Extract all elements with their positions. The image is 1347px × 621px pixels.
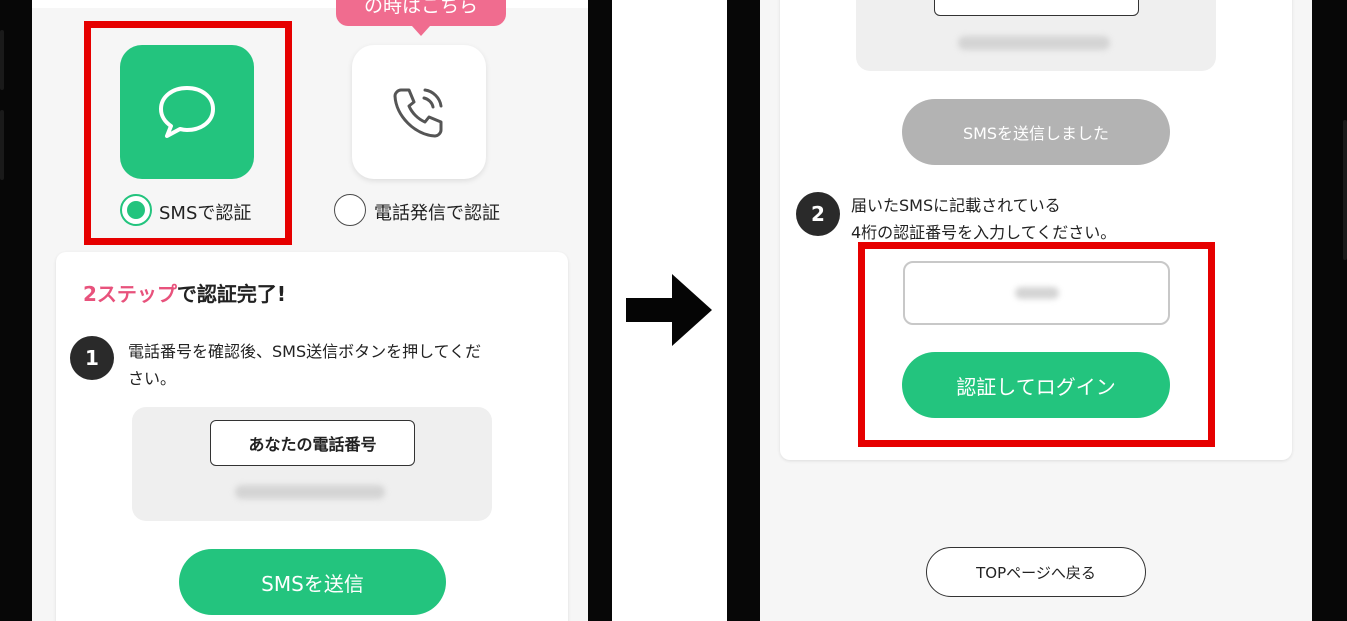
heading-accent: 2ステップ (83, 282, 177, 306)
phone-number-label (934, 0, 1139, 16)
phone-call-radio-button[interactable] (334, 194, 366, 226)
left-phone-side-button (0, 110, 4, 180)
sms-sent-button: SMSを送信しました (902, 99, 1170, 165)
heading-rest: で認証完了! (176, 282, 287, 306)
right-phone-side-button (1343, 120, 1347, 260)
step-2-number: 2 (811, 202, 825, 226)
right-arrow-icon (626, 274, 712, 346)
phone-call-icon (393, 88, 443, 138)
code-entry-highlight (858, 242, 1215, 447)
step-1-number: 1 (85, 346, 99, 370)
back-to-top-button[interactable]: TOPページへ戻る (926, 547, 1146, 597)
right-phone-screen: SMSを送信しました 2 届いたSMSに記載されている 4桁の認証番号を入力して… (760, 0, 1312, 621)
left-phone-screen: の時はこちら SMSで認証 電話発信で認証 2ステップで認証完了! 1 電話番号… (32, 0, 588, 621)
left-phone-side-button (0, 30, 4, 90)
step-2-text-line2: 4桁の認証番号を入力してください。 (851, 223, 1117, 242)
phone-number-value-blurred (958, 36, 1110, 50)
step-1-badge: 1 (70, 336, 114, 380)
tooltip-text: の時はこちら (363, 0, 478, 17)
stage: の時はこちら SMSで認証 電話発信で認証 2ステップで認証完了! 1 電話番号… (0, 0, 1347, 621)
phone-call-method-tile[interactable] (352, 45, 486, 179)
step-2-text-line1: 届いたSMSに記載されている (851, 196, 1061, 215)
step-1-text-line1: 電話番号を確認後、SMS送信ボタンを押してくだ (128, 342, 482, 361)
phone-number-label: あなたの電話番号 (210, 420, 415, 466)
send-sms-button[interactable]: SMSを送信 (179, 549, 446, 615)
sms-option-highlight (84, 21, 292, 245)
step-2-badge: 2 (796, 192, 840, 236)
step-1-text-line2: さい。 (128, 369, 177, 388)
card-heading: 2ステップで認証完了! (83, 278, 286, 307)
call-method-tooltip: の時はこちら (336, 0, 506, 26)
tooltip-tail (412, 26, 430, 36)
phone-call-option-label[interactable]: 電話発信で認証 (374, 199, 500, 225)
phone-number-value-blurred (235, 485, 385, 499)
